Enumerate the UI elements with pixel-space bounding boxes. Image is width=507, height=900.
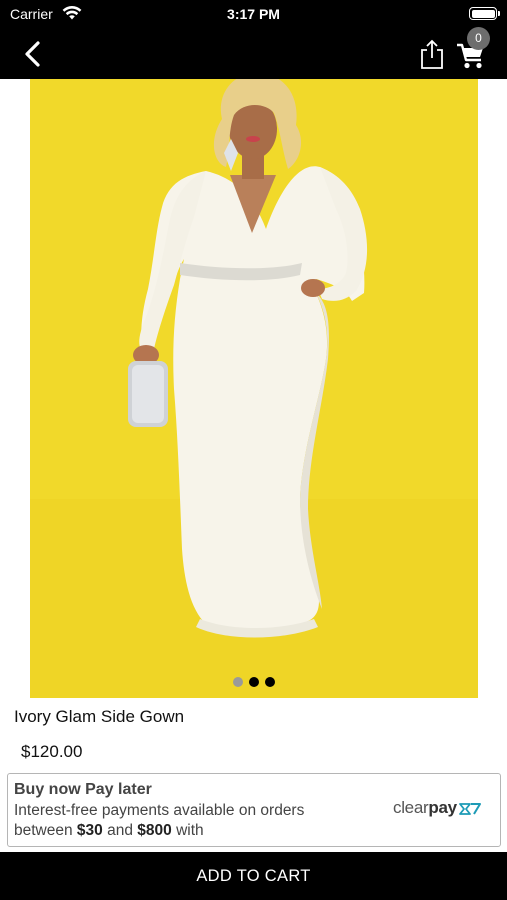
- pay-later-description: Interest-free payments available on orde…: [14, 802, 305, 819]
- product-name: Ivory Glam Side Gown: [14, 707, 185, 726]
- status-bar: Carrier 3:17 PM: [0, 0, 507, 30]
- clearpay-logo: clearpay: [393, 798, 482, 818]
- clearpay-logo-bold: pay: [428, 798, 457, 817]
- pay-later-amounts: between $30 and $800 with: [14, 822, 204, 840]
- clearpay-logo-light: clear: [393, 798, 429, 817]
- page-dot-3[interactable]: [265, 677, 275, 687]
- pay-later-max-amount: $800: [137, 822, 172, 839]
- pay-later-mid: and: [102, 822, 138, 839]
- clearpay-logo-icon: [458, 802, 481, 815]
- back-button[interactable]: [18, 39, 50, 69]
- pay-later-prefix: between: [14, 822, 77, 839]
- pay-later-banner[interactable]: Buy now Pay later Interest-free payments…: [7, 773, 501, 847]
- navigation-bar: 0: [0, 27, 507, 79]
- product-photo: [30, 79, 478, 698]
- share-icon[interactable]: [419, 38, 445, 70]
- battery-icon: [469, 7, 500, 20]
- pay-later-title: Buy now Pay later: [14, 781, 152, 798]
- image-page-indicator[interactable]: [30, 677, 478, 687]
- clock: 3:17 PM: [227, 6, 280, 22]
- add-to-cart-button[interactable]: ADD TO CART: [0, 852, 507, 900]
- pay-later-suffix: with: [171, 822, 204, 839]
- pay-later-min-amount: $30: [76, 822, 103, 839]
- page-dot-1[interactable]: [233, 677, 243, 687]
- page-dot-2[interactable]: [249, 677, 259, 687]
- product-image[interactable]: [30, 79, 478, 698]
- cart-count-badge[interactable]: 0: [467, 27, 490, 50]
- product-price: $120.00: [21, 742, 83, 761]
